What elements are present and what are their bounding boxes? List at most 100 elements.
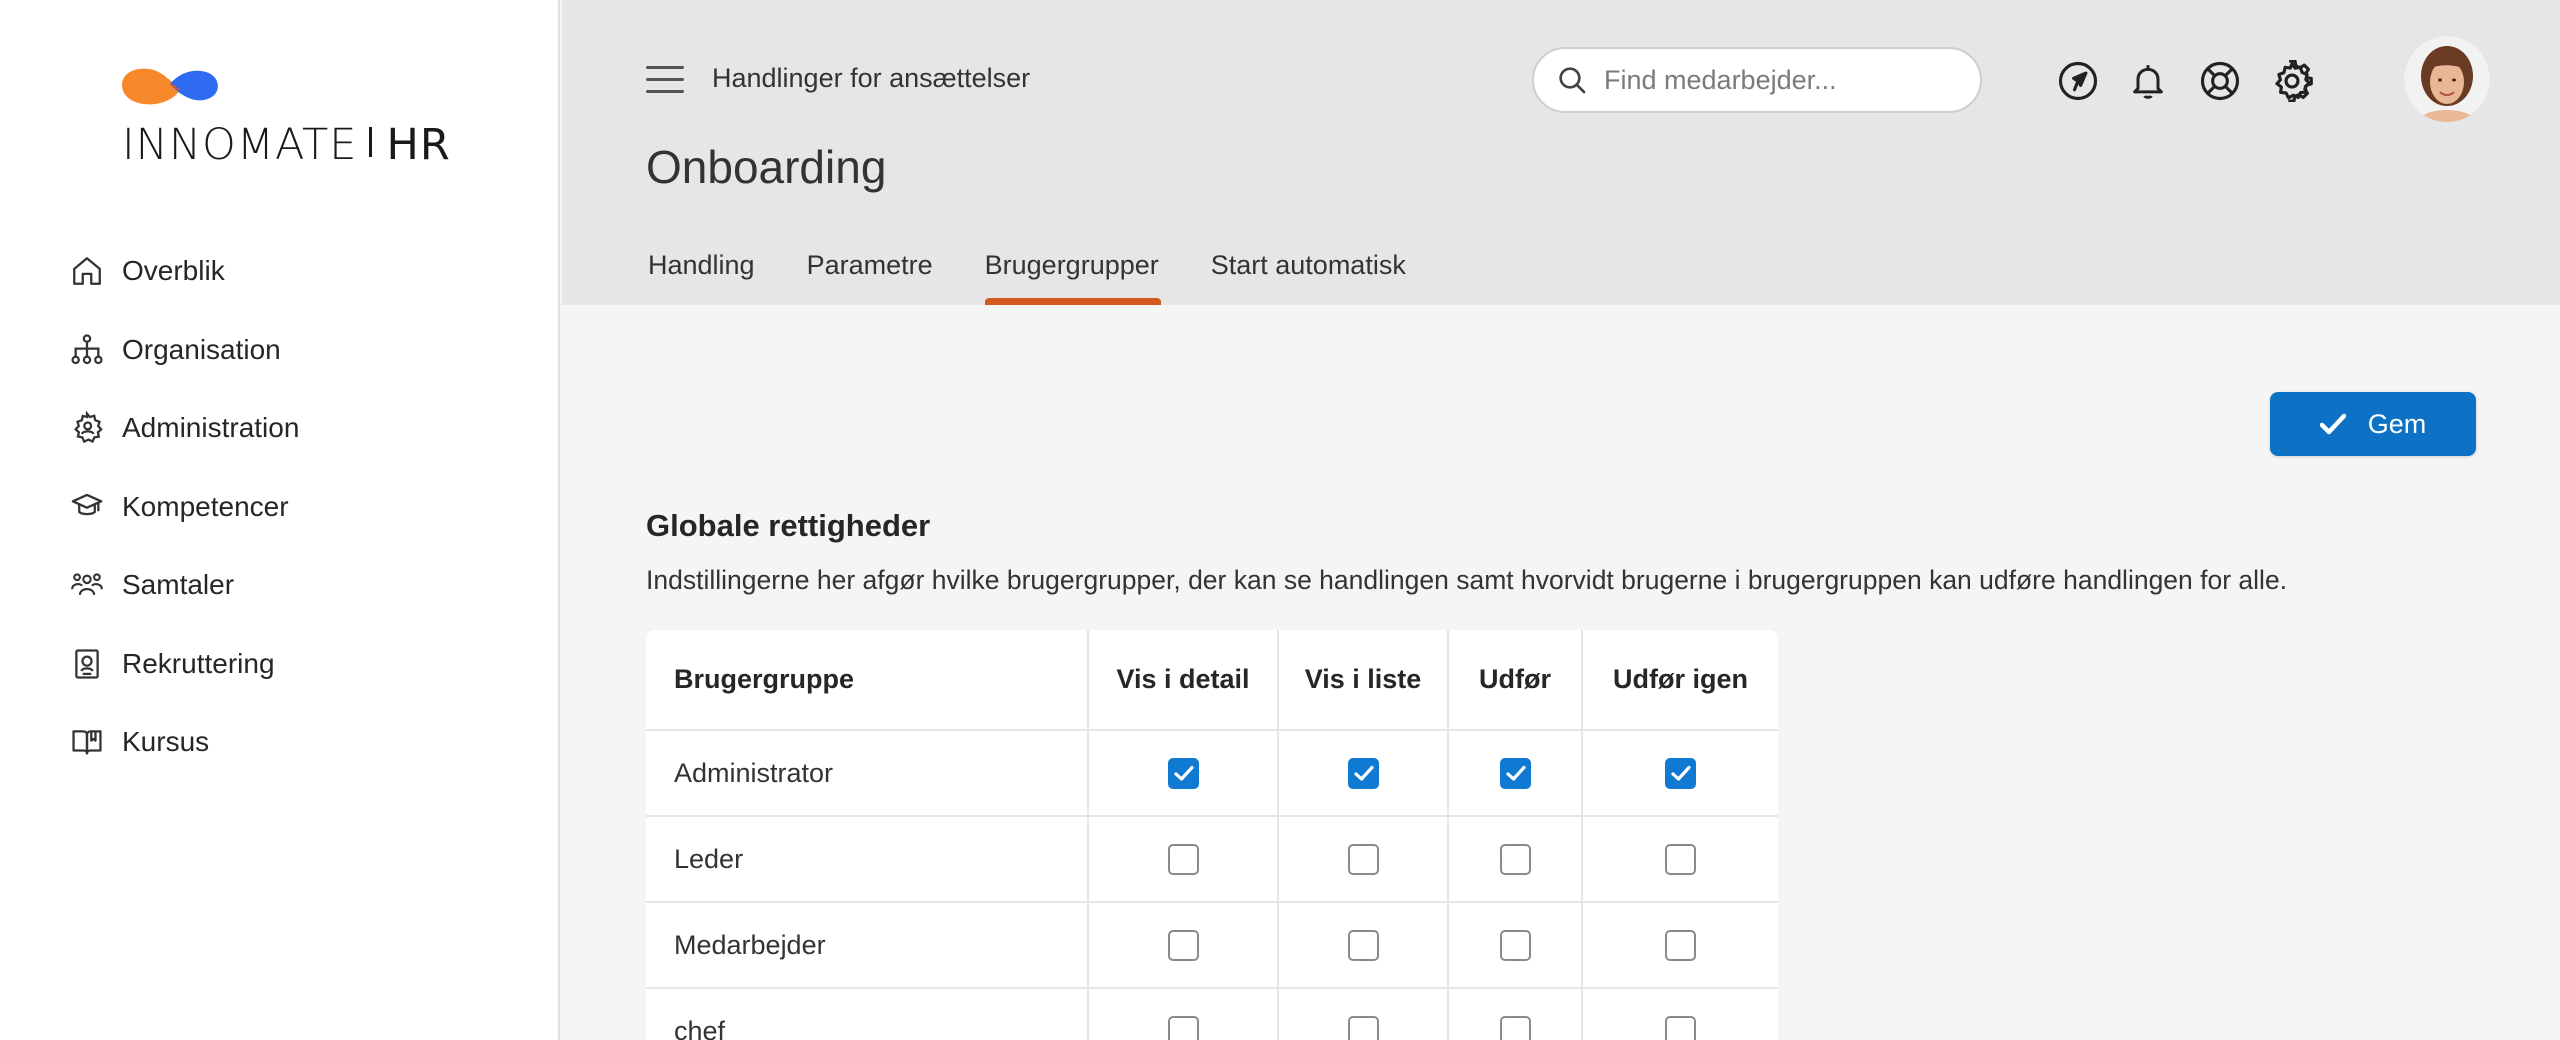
permission-cell xyxy=(1277,988,1448,1040)
page-title: Onboarding xyxy=(646,141,887,193)
id-badge-icon xyxy=(68,645,106,683)
checkbox-vis-i-detail[interactable] xyxy=(1167,758,1199,790)
sidebar-item-label: Administration xyxy=(122,412,300,444)
group-name-cell: Administrator xyxy=(646,730,1088,817)
sidebar-item-label: Samtaler xyxy=(122,569,235,601)
sidebar-item-overblik[interactable]: Overblik xyxy=(68,232,548,311)
search-box[interactable] xyxy=(1532,47,1982,113)
sidebar-item-administration[interactable]: Administration xyxy=(68,389,548,468)
checkbox-vis-i-detail[interactable] xyxy=(1167,844,1199,876)
permission-cell xyxy=(1447,988,1582,1040)
sidebar-item-label: Kompetencer xyxy=(122,490,289,522)
permission-cell xyxy=(1087,730,1278,817)
tab-brugergrupper[interactable]: Brugergrupper xyxy=(983,248,1161,305)
bell-icon[interactable] xyxy=(2126,59,2170,103)
permission-cell xyxy=(1581,816,1778,903)
column-header-vis-i-detail: Vis i detail xyxy=(1087,630,1278,731)
check-icon xyxy=(1671,766,1691,781)
section-description: Indstillingerne her afgør hvilke brugerg… xyxy=(646,565,2288,595)
lifebuoy-icon[interactable] xyxy=(2198,59,2242,103)
permissions-table: Brugergruppe Vis i detail Vis i liste Ud… xyxy=(646,630,1778,1040)
table-row: Leder xyxy=(646,816,1778,903)
check-icon xyxy=(1505,766,1526,781)
hamburger-menu-icon[interactable] xyxy=(646,66,684,96)
checkbox-vis-i-liste[interactable] xyxy=(1347,930,1379,962)
checkbox-vis-i-detail[interactable] xyxy=(1167,1016,1199,1040)
logo-wordmark: INNOMATE HR xyxy=(122,120,451,170)
checkmark-icon xyxy=(2319,413,2346,435)
group-name-cell: Leder xyxy=(646,816,1088,903)
column-header-vis-i-liste: Vis i liste xyxy=(1277,630,1448,731)
search-icon xyxy=(1559,67,1586,94)
navigate-icon[interactable] xyxy=(2056,59,2100,103)
sidebar-item-label: Overblik xyxy=(122,255,225,287)
table-row: Administrator xyxy=(646,730,1778,817)
user-avatar[interactable] xyxy=(2404,36,2490,122)
checkbox-udfor[interactable] xyxy=(1499,844,1531,876)
permission-cell xyxy=(1447,902,1582,989)
sidebar-item-organisation[interactable]: Organisation xyxy=(68,311,548,390)
permission-cell xyxy=(1447,730,1582,817)
checkbox-vis-i-liste[interactable] xyxy=(1347,758,1379,790)
permission-cell xyxy=(1277,902,1448,989)
tab-handling[interactable]: Handling xyxy=(646,248,757,305)
sidebar-item-rekruttering[interactable]: Rekruttering xyxy=(68,625,548,704)
checkbox-vis-i-liste[interactable] xyxy=(1347,1016,1379,1040)
checkbox-udfor-igen[interactable] xyxy=(1665,844,1696,876)
checkbox-udfor-igen[interactable] xyxy=(1665,930,1696,962)
tab-bar: Handling Parametre Brugergrupper Start a… xyxy=(646,248,1456,305)
permission-cell xyxy=(1277,730,1448,817)
checkbox-udfor[interactable] xyxy=(1499,930,1531,962)
gear-person-icon xyxy=(68,409,106,447)
checkbox-vis-i-liste[interactable] xyxy=(1347,844,1379,876)
sidebar-item-label: Organisation xyxy=(122,333,281,365)
column-header-udfor: Udfør xyxy=(1447,630,1582,731)
gear-icon[interactable] xyxy=(2270,59,2314,103)
group-name-cell: chef xyxy=(646,988,1088,1040)
logo-hr: HR xyxy=(386,120,451,170)
permission-cell xyxy=(1447,816,1582,903)
logo-name: INNOMATE xyxy=(122,120,358,170)
check-icon xyxy=(1173,766,1194,781)
tab-parametre[interactable]: Parametre xyxy=(805,248,935,305)
section-title: Handlinger for ansættelser xyxy=(712,63,1031,93)
checkbox-vis-i-detail[interactable] xyxy=(1167,930,1199,962)
sidebar-item-kursus[interactable]: Kursus xyxy=(68,703,548,782)
graduation-cap-icon xyxy=(68,488,106,526)
checkbox-udfor[interactable] xyxy=(1499,758,1531,790)
table-row: chef xyxy=(646,988,1778,1040)
group-name-cell: Medarbejder xyxy=(646,902,1088,989)
permission-cell xyxy=(1581,902,1778,989)
logo-mark-icon xyxy=(122,68,218,105)
checkbox-udfor[interactable] xyxy=(1499,1016,1531,1040)
permission-cell xyxy=(1087,988,1278,1040)
permission-cell xyxy=(1581,730,1778,817)
search-input[interactable] xyxy=(1604,64,1964,96)
table-row: Medarbejder xyxy=(646,902,1778,989)
book-icon xyxy=(68,723,106,761)
innomate-hr-logo[interactable]: INNOMATE HR xyxy=(118,60,451,170)
sidebar-item-kompetencer[interactable]: Kompetencer xyxy=(68,468,548,547)
permission-cell xyxy=(1581,988,1778,1040)
save-button[interactable]: Gem xyxy=(2270,392,2476,456)
checkbox-udfor-igen[interactable] xyxy=(1665,758,1696,790)
permission-cell xyxy=(1087,902,1278,989)
permission-cell xyxy=(1277,816,1448,903)
home-icon xyxy=(68,252,106,290)
permission-cell xyxy=(1087,816,1278,903)
sidebar: INNOMATE HR Overblik Organisation Adminis… xyxy=(0,0,560,1040)
section-heading: Globale rettigheder xyxy=(646,508,931,543)
save-button-label: Gem xyxy=(2367,408,2427,439)
column-header-brugergruppe: Brugergruppe xyxy=(646,630,1088,731)
check-icon xyxy=(1353,766,1374,781)
checkbox-udfor-igen[interactable] xyxy=(1665,1016,1696,1040)
sidebar-item-label: Kursus xyxy=(122,726,210,758)
table-header-row: Brugergruppe Vis i detail Vis i liste Ud… xyxy=(646,630,1778,731)
people-group-icon xyxy=(68,566,106,604)
sidebar-item-samtaler[interactable]: Samtaler xyxy=(68,546,548,625)
tab-start-automatisk[interactable]: Start automatisk xyxy=(1209,248,1408,305)
sidebar-item-label: Rekruttering xyxy=(122,647,275,679)
column-header-udfor-igen: Udfør igen xyxy=(1581,630,1778,731)
org-chart-icon xyxy=(68,331,106,369)
sidebar-nav: Overblik Organisation Administration Kom… xyxy=(68,232,548,782)
